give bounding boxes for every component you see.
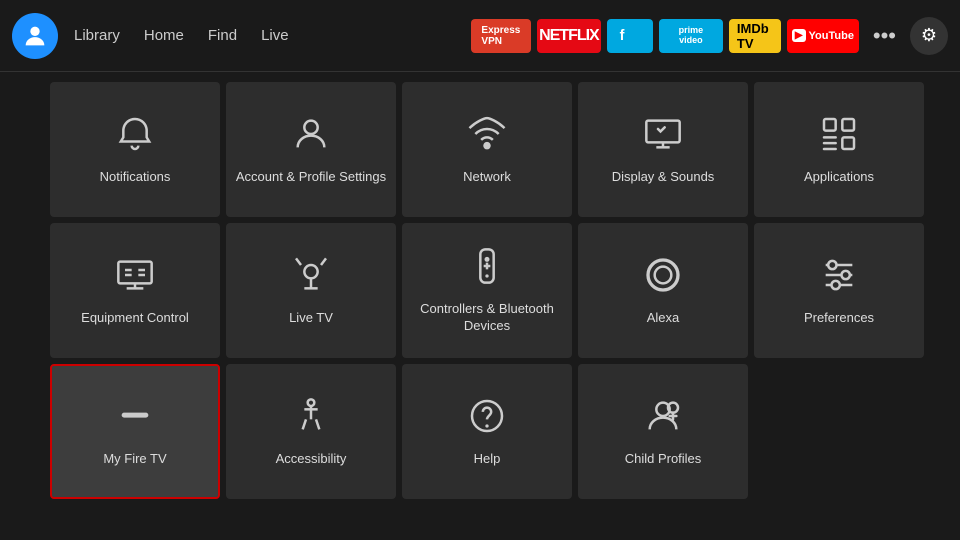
firetv-icon [115, 396, 155, 441]
freevee-btn[interactable]: f [607, 19, 653, 53]
tile-child-profiles-label: Child Profiles [617, 451, 710, 468]
tile-alexa-label: Alexa [639, 310, 688, 327]
tile-controllers-label: Controllers & Bluetooth Devices [402, 301, 572, 335]
tile-network[interactable]: Network [402, 82, 572, 217]
sliders-icon [819, 255, 859, 300]
person-icon [291, 114, 331, 159]
tile-notifications-label: Notifications [92, 169, 179, 186]
tile-applications[interactable]: Applications [754, 82, 924, 217]
nav-home[interactable]: Home [144, 27, 184, 44]
more-apps-button[interactable]: ••• [867, 19, 902, 53]
tile-notifications[interactable]: Notifications [50, 82, 220, 217]
svg-text:f: f [619, 28, 624, 44]
tile-accessibility[interactable]: Accessibility [226, 364, 396, 499]
tile-accessibility-label: Accessibility [268, 451, 355, 468]
settings-button[interactable]: ⚙ [910, 17, 948, 55]
nav-links: Library Home Find Live [74, 27, 289, 44]
netflix-btn[interactable]: NETFLIX [537, 19, 601, 53]
tile-child-profiles[interactable]: Child Profiles [578, 364, 748, 499]
youtube-btn[interactable]: ▶YouTube [787, 19, 859, 53]
nav-live[interactable]: Live [261, 27, 289, 44]
wifi-icon [467, 114, 507, 159]
tile-account-label: Account & Profile Settings [228, 169, 394, 186]
settings-area: Notifications Account & Profile Settings… [0, 72, 960, 509]
child-profiles-icon [643, 396, 683, 441]
tile-alexa[interactable]: Alexa [578, 223, 748, 358]
prime-btn[interactable]: primevideo [659, 19, 723, 53]
tile-help-label: Help [466, 451, 509, 468]
monitor-icon [115, 255, 155, 300]
app-icons-bar: ExpressVPN NETFLIX f primevideo IMDb TV … [471, 19, 859, 53]
nav-find[interactable]: Find [208, 27, 237, 44]
tile-account-profile[interactable]: Account & Profile Settings [226, 82, 396, 217]
apps-icon [819, 114, 859, 159]
tile-applications-label: Applications [796, 169, 882, 186]
tile-live-tv[interactable]: Live TV [226, 223, 396, 358]
tile-live-tv-label: Live TV [281, 310, 341, 327]
imdb-btn[interactable]: IMDb TV [729, 19, 781, 53]
tile-controllers[interactable]: Controllers & Bluetooth Devices [402, 223, 572, 358]
accessibility-icon [291, 396, 331, 441]
tile-display-sounds[interactable]: Display & Sounds [578, 82, 748, 217]
expressvpn-btn[interactable]: ExpressVPN [471, 19, 531, 53]
tile-my-fire-tv[interactable]: My Fire TV [50, 364, 220, 499]
bell-icon [115, 114, 155, 159]
settings-grid: Notifications Account & Profile Settings… [50, 82, 910, 499]
tile-my-fire-tv-label: My Fire TV [95, 451, 174, 468]
tile-equipment-control[interactable]: Equipment Control [50, 223, 220, 358]
user-avatar[interactable] [12, 13, 58, 59]
tile-help[interactable]: Help [402, 364, 572, 499]
tile-preferences[interactable]: Preferences [754, 223, 924, 358]
help-icon [467, 396, 507, 441]
nav-library[interactable]: Library [74, 27, 120, 44]
display-icon [643, 114, 683, 159]
top-navigation: Library Home Find Live ExpressVPN NETFLI… [0, 0, 960, 72]
tile-display-label: Display & Sounds [604, 169, 723, 186]
antenna-icon [291, 255, 331, 300]
tile-preferences-label: Preferences [796, 310, 882, 327]
tile-network-label: Network [455, 169, 519, 186]
alexa-icon [643, 255, 683, 300]
tile-equipment-label: Equipment Control [73, 310, 197, 327]
remote-icon [467, 246, 507, 291]
